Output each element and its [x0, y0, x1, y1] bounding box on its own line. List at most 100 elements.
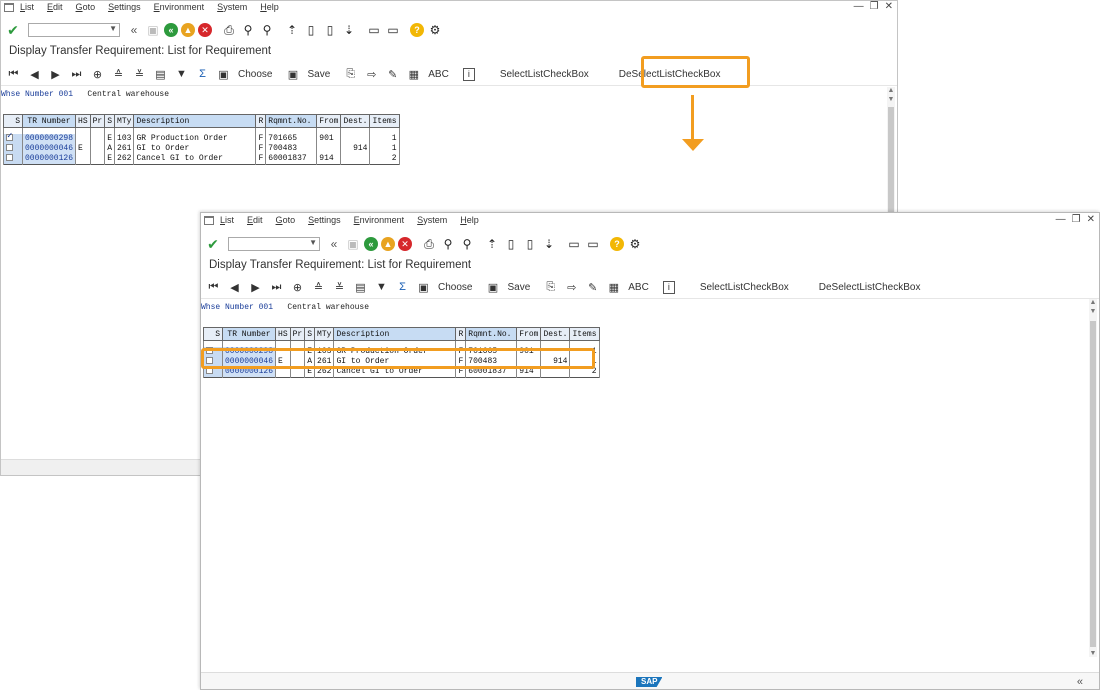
chevron-down-icon[interactable]: ▼: [309, 238, 317, 247]
command-input[interactable]: [29, 24, 109, 36]
scroll-down-icon[interactable]: ▼: [887, 96, 895, 103]
minimize-icon[interactable]: —: [854, 1, 864, 12]
save-button[interactable]: Save: [307, 69, 330, 80]
menu-help[interactable]: Help: [460, 215, 479, 225]
col-mty[interactable]: MTy: [114, 114, 135, 128]
find-next-icon[interactable]: ⚲: [259, 22, 275, 38]
col-hs[interactable]: HS: [75, 114, 91, 128]
export-icon[interactable]: ⎘: [344, 67, 357, 81]
export-icon[interactable]: ⎘: [544, 280, 557, 294]
close-icon[interactable]: ✕: [885, 1, 893, 12]
scrollbar-thumb[interactable]: [1090, 321, 1096, 647]
col-status[interactable]: S: [304, 327, 316, 341]
choose-icon[interactable]: ▣: [217, 67, 230, 81]
menu-help[interactable]: Help: [260, 2, 279, 12]
last-page-icon[interactable]: ⇣: [541, 236, 557, 252]
row-checkbox[interactable]: [6, 144, 13, 152]
tr-number-cell[interactable]: 0000000126: [21, 154, 77, 165]
back-icon[interactable]: «: [364, 237, 378, 251]
menu-edit[interactable]: Edit: [47, 2, 63, 12]
next-icon[interactable]: ▶: [49, 67, 62, 81]
col-items[interactable]: Items: [369, 114, 400, 128]
restore-icon[interactable]: ❐: [1072, 214, 1081, 225]
menu-goto[interactable]: Goto: [76, 2, 96, 12]
command-input[interactable]: [229, 238, 309, 250]
select-list-checkbox-button[interactable]: SelectListCheckBox: [495, 67, 594, 82]
col-description[interactable]: Description: [133, 114, 257, 128]
command-field[interactable]: ▼: [28, 23, 120, 37]
shortcut-icon[interactable]: ▭: [385, 22, 401, 38]
sap-menu-icon[interactable]: [204, 215, 214, 225]
double-left-arrow-icon[interactable]: «: [326, 236, 342, 252]
shortcut-icon[interactable]: ▭: [585, 236, 601, 252]
enter-check-icon[interactable]: ✔: [5, 22, 21, 38]
enter-check-icon[interactable]: ✔: [205, 236, 221, 252]
find-next-icon[interactable]: ⚲: [459, 236, 475, 252]
row-checkbox[interactable]: [6, 154, 13, 162]
abc-analysis-button[interactable]: ABC: [428, 69, 449, 80]
sort-descending-icon[interactable]: ≚: [333, 280, 346, 294]
select-list-checkbox-button[interactable]: SelectListCheckBox: [695, 280, 794, 295]
edit-icon[interactable]: ✎: [586, 280, 599, 294]
edit-icon[interactable]: ✎: [386, 67, 399, 81]
table-row[interactable]: 0000000126 E 262 Cancel GI to Order F 60…: [3, 154, 400, 165]
col-from[interactable]: From: [516, 327, 542, 341]
col-mty[interactable]: MTy: [314, 327, 335, 341]
menu-edit[interactable]: Edit: [247, 215, 263, 225]
save-icon[interactable]: ▣: [486, 280, 499, 294]
last-icon[interactable]: ⏭: [270, 280, 283, 294]
layout-icon[interactable]: ▤: [354, 280, 367, 294]
last-icon[interactable]: ⏭: [70, 67, 83, 81]
menu-settings[interactable]: Settings: [108, 2, 141, 12]
scroll-up-icon[interactable]: ▲: [1089, 299, 1097, 306]
close-icon[interactable]: ✕: [1087, 214, 1095, 225]
exit-icon[interactable]: ▲: [181, 23, 195, 37]
col-from[interactable]: From: [316, 114, 342, 128]
col-tr-number[interactable]: TR Number: [21, 114, 77, 128]
save-icon[interactable]: ▣: [286, 67, 299, 81]
find-icon[interactable]: ⚲: [240, 22, 256, 38]
menu-settings[interactable]: Settings: [308, 215, 341, 225]
minimize-icon[interactable]: —: [1056, 214, 1066, 225]
calculator-icon[interactable]: ▦: [407, 67, 420, 81]
col-rqmnt-no[interactable]: Rqmnt.No.: [465, 327, 518, 341]
help-icon[interactable]: ?: [410, 23, 424, 37]
layout-icon[interactable]: ▤: [154, 67, 167, 81]
print-icon[interactable]: ⎙: [221, 22, 237, 38]
sum-icon[interactable]: Σ: [196, 67, 209, 81]
col-r[interactable]: R: [255, 114, 267, 128]
settings-gear-icon[interactable]: ⚙: [427, 22, 443, 38]
col-tr-number[interactable]: TR Number: [221, 327, 277, 341]
info-icon[interactable]: i: [662, 280, 675, 294]
menu-goto[interactable]: Goto: [276, 215, 296, 225]
details-icon[interactable]: ⊕: [91, 67, 104, 81]
sort-ascending-icon[interactable]: ≙: [112, 67, 125, 81]
filter-icon[interactable]: ▼: [175, 67, 188, 81]
previous-icon[interactable]: ◀: [228, 280, 241, 294]
command-field[interactable]: ▼: [228, 237, 320, 251]
calculator-icon[interactable]: ▦: [607, 280, 620, 294]
choose-button[interactable]: Choose: [238, 69, 272, 80]
menu-environment[interactable]: Environment: [354, 215, 405, 225]
col-hs[interactable]: HS: [275, 327, 291, 341]
details-icon[interactable]: ⊕: [291, 280, 304, 294]
next-icon[interactable]: ▶: [249, 280, 262, 294]
col-pr[interactable]: Pr: [289, 327, 306, 341]
double-left-arrow-icon[interactable]: «: [126, 22, 142, 38]
previous-page-icon[interactable]: ▯: [503, 236, 519, 252]
col-description[interactable]: Description: [333, 327, 457, 341]
settings-gear-icon[interactable]: ⚙: [627, 236, 643, 252]
sap-menu-icon[interactable]: [4, 2, 14, 12]
table-row[interactable]: 0000000298 E 103 GR Production Order F 7…: [3, 131, 400, 144]
chevron-down-icon[interactable]: ▼: [109, 24, 117, 33]
first-page-icon[interactable]: ⇡: [284, 22, 300, 38]
cancel-icon[interactable]: ✕: [398, 237, 412, 251]
collapse-status-icon[interactable]: «: [1077, 676, 1083, 688]
col-r[interactable]: R: [455, 327, 467, 341]
info-icon[interactable]: i: [462, 67, 475, 81]
abc-analysis-button[interactable]: ABC: [628, 282, 649, 293]
col-dest[interactable]: Dest.: [540, 327, 571, 341]
scroll-down-icon[interactable]: ▼: [1089, 308, 1097, 315]
deselect-list-checkbox-button[interactable]: DeSelectListCheckBox: [814, 280, 926, 295]
col-dest[interactable]: Dest.: [340, 114, 371, 128]
